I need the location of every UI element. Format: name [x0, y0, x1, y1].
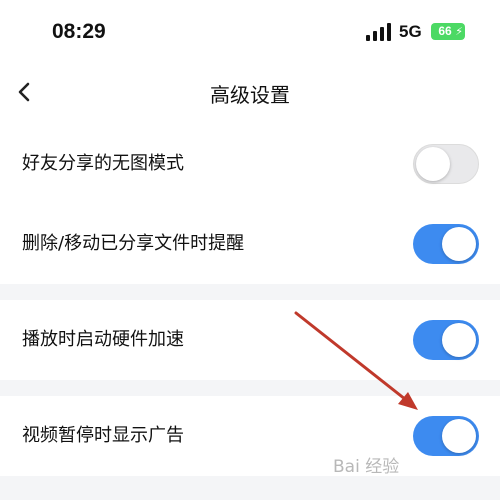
signal-bars-icon: [366, 23, 391, 41]
pause-ads-toggle[interactable]: [413, 416, 479, 456]
status-bar: 08:29 5G 66 ⚡: [0, 0, 500, 64]
toggle-knob: [416, 147, 450, 181]
battery-charging-icon: 66 ⚡: [431, 23, 465, 40]
setting-label: 播放时启动硬件加速: [22, 329, 184, 350]
toggle-knob: [442, 227, 476, 261]
page-title: 高级设置: [210, 83, 290, 107]
network-type: 5G: [399, 22, 422, 41]
section-divider: [0, 284, 500, 300]
toggle-knob: [442, 419, 476, 453]
setting-row-no-image-mode: 好友分享的无图模式: [0, 124, 500, 204]
hardware-acceleration-toggle[interactable]: [413, 320, 479, 360]
bolt-icon: ⚡: [455, 25, 463, 38]
navigation-bar: 高级设置: [0, 64, 500, 124]
setting-row-pause-ads: 视频暂停时显示广告: [0, 396, 500, 476]
setting-label: 好友分享的无图模式: [22, 153, 184, 174]
section-divider: [0, 476, 500, 500]
watermark: Bai 经验: [333, 457, 400, 477]
setting-row-hardware-acceleration: 播放时启动硬件加速: [0, 300, 500, 380]
section-divider: [0, 380, 500, 396]
setting-label: 视频暂停时显示广告: [22, 425, 184, 446]
delete-move-reminder-toggle[interactable]: [413, 224, 479, 264]
no-image-mode-toggle[interactable]: [413, 144, 479, 184]
setting-row-delete-move-reminder: 删除/移动已分享文件时提醒: [0, 204, 500, 284]
setting-label: 删除/移动已分享文件时提醒: [22, 233, 245, 254]
toggle-knob: [442, 323, 476, 357]
status-time: 08:29: [52, 20, 106, 43]
